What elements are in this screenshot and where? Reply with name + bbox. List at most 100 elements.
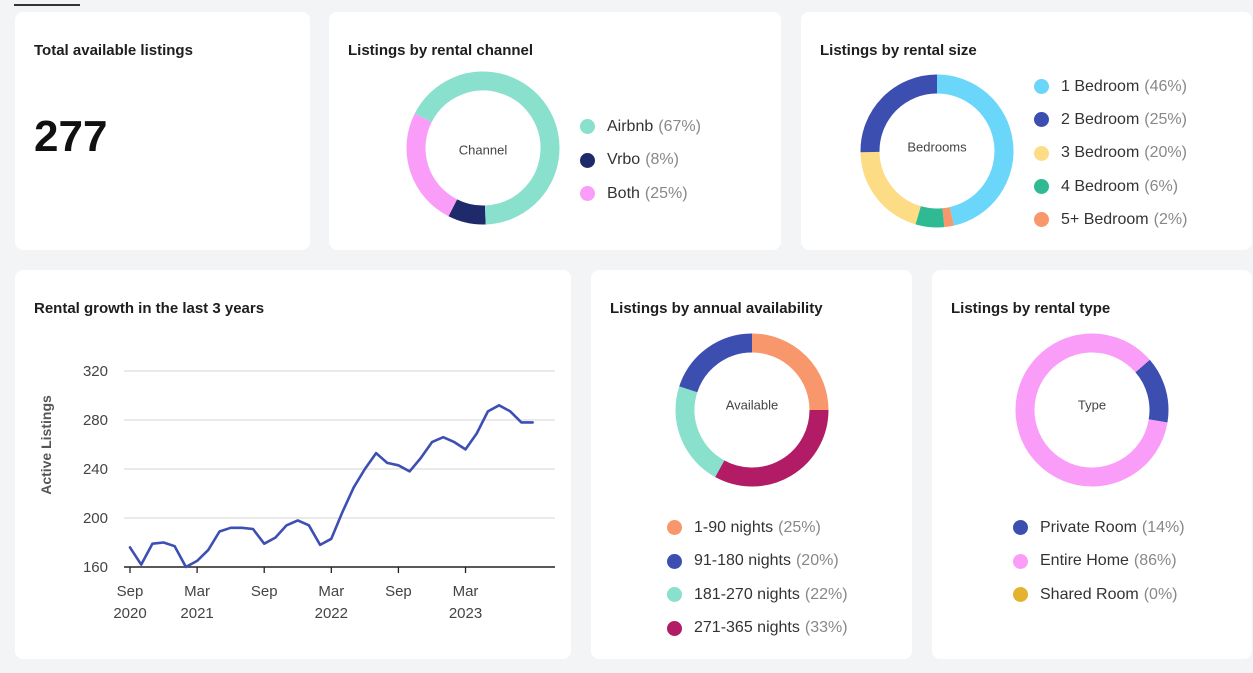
legend-item-91-180-nights[interactable]: 91-180 nights (20%) — [667, 545, 848, 579]
legend-label: 1 Bedroom — [1061, 77, 1140, 95]
legend-pct: (25%) — [778, 518, 821, 536]
x-tick-year: 2021 — [180, 605, 213, 622]
legend-item-2-bedroom[interactable]: 2 Bedroom (25%) — [1034, 103, 1187, 136]
x-tick-label: Mar — [184, 583, 210, 600]
size-card: Listings by rental size Bedrooms 1 Bedro… — [801, 12, 1252, 250]
channel-donut: Channel — [406, 71, 560, 225]
legend-dot — [1034, 79, 1049, 95]
size-title: Listings by rental size — [820, 42, 977, 59]
availability-donut: Available — [675, 333, 829, 487]
legend-item-vrbo[interactable]: Vrbo (8%) — [580, 144, 701, 178]
legend-dot — [1034, 145, 1049, 161]
x-tick-year: 2023 — [449, 605, 482, 622]
legend-item-entire-home[interactable]: Entire Home (86%) — [1013, 545, 1185, 579]
legend-dot — [580, 186, 595, 202]
legend-pct: (25%) — [644, 184, 688, 202]
size-center-label: Bedrooms — [907, 139, 967, 154]
legend-item-271-365-nights[interactable]: 271-365 nights (33%) — [667, 612, 848, 646]
legend-item-1-90-nights[interactable]: 1-90 nights (25%) — [667, 511, 848, 545]
top-edge-line — [14, 4, 80, 6]
slice-181-270-nights[interactable] — [675, 386, 725, 478]
channel-center-label: Channel — [459, 142, 508, 157]
type-title: Listings by rental type — [951, 300, 1111, 317]
legend-pct: (6%) — [1144, 177, 1179, 195]
growth-card: Rental growth in the last 3 years Active… — [15, 270, 571, 659]
legend-item-4-bedroom[interactable]: 4 Bedroom (6%) — [1034, 170, 1187, 203]
slice-5-bedroom[interactable] — [942, 207, 954, 228]
legend-pct: (0%) — [1143, 585, 1178, 603]
legend-label: Entire Home — [1040, 552, 1129, 570]
legend-item-181-270-nights[interactable]: 181-270 nights (22%) — [667, 578, 848, 612]
legend-label: 1-90 nights — [694, 518, 774, 536]
legend-label: Vrbo — [607, 151, 641, 169]
legend-dot — [1034, 179, 1049, 195]
legend-label: 2 Bedroom — [1061, 110, 1140, 128]
slice-271-365-nights[interactable] — [715, 409, 829, 487]
legend-pct: (67%) — [658, 117, 701, 135]
legend-item-private-room[interactable]: Private Room (14%) — [1013, 511, 1185, 545]
x-tick-year: 2020 — [113, 605, 146, 622]
availability-title: Listings by annual availability — [610, 300, 823, 317]
slice-both[interactable] — [406, 113, 458, 217]
y-tick-label: 160 — [83, 559, 108, 576]
legend-dot — [667, 553, 682, 569]
y-tick-label: 200 — [83, 510, 108, 527]
legend-dot — [667, 620, 682, 636]
slice-private-room[interactable] — [1135, 359, 1169, 423]
size-donut: Bedrooms — [860, 74, 1014, 228]
growth-line-chart: Active Listings 160 200 240 280 320 Sep 2020 M… — [38, 363, 555, 622]
y-axis-label: Active Listings — [38, 395, 54, 495]
legend-dot — [1013, 587, 1028, 603]
x-tick-label: Sep — [117, 583, 144, 600]
x-tick-year: 2022 — [315, 605, 348, 622]
x-tick-label: Sep — [385, 583, 412, 600]
total-listings-card: Total available listings 277 — [15, 12, 310, 250]
slice-3-bedroom[interactable] — [860, 151, 922, 225]
legend-pct: (20%) — [1144, 144, 1187, 162]
legend-item-shared-room[interactable]: Shared Room (0%) — [1013, 578, 1185, 612]
availability-center-label: Available — [726, 397, 779, 412]
type-legend: Private Room (14%) Entire Home (86%) Sha… — [1013, 511, 1185, 612]
type-donut: Type — [1015, 333, 1169, 487]
legend-label: Private Room — [1040, 518, 1137, 536]
legend-label: Both — [607, 184, 640, 202]
legend-dot — [1034, 212, 1049, 228]
legend-dot — [580, 119, 595, 135]
legend-label: 91-180 nights — [694, 552, 791, 570]
legend-pct: (22%) — [804, 585, 848, 603]
slice-vrbo[interactable] — [448, 199, 486, 225]
legend-dot — [1013, 520, 1028, 536]
legend-label: 5+ Bedroom — [1061, 210, 1149, 228]
availability-card: Listings by annual availability Availabl… — [591, 270, 912, 659]
legend-item-5plus-bedroom[interactable]: 5+ Bedroom (2%) — [1034, 203, 1187, 236]
legend-pct: (14%) — [1141, 518, 1185, 536]
legend-label: 271-365 nights — [694, 619, 800, 637]
slice-4-bedroom[interactable] — [915, 206, 945, 228]
legend-item-3-bedroom[interactable]: 3 Bedroom (20%) — [1034, 137, 1187, 170]
legend-pct: (86%) — [1133, 552, 1177, 570]
legend-item-both[interactable]: Both (25%) — [580, 177, 701, 211]
size-legend: 1 Bedroom (46%) 2 Bedroom (25%) 3 Bedroo… — [1034, 70, 1187, 236]
legend-pct: (2%) — [1153, 210, 1188, 228]
series-line — [128, 404, 534, 569]
legend-item-1-bedroom[interactable]: 1 Bedroom (46%) — [1034, 70, 1187, 103]
legend-item-airbnb[interactable]: Airbnb (67%) — [580, 110, 701, 144]
legend-dot — [580, 152, 595, 168]
channel-title: Listings by rental channel — [348, 42, 534, 59]
legend-pct: (20%) — [795, 552, 839, 570]
y-tick-label: 240 — [83, 461, 108, 478]
legend-label: Airbnb — [607, 117, 654, 135]
legend-pct: (25%) — [1144, 110, 1187, 128]
legend-dot — [1034, 112, 1049, 128]
legend-pct: (8%) — [645, 151, 679, 169]
y-tick-label: 280 — [83, 412, 108, 429]
x-tick-label: Mar — [453, 583, 479, 600]
type-center-label: Type — [1078, 397, 1106, 412]
legend-label: 4 Bedroom — [1061, 177, 1140, 195]
slice-91-180-nights[interactable] — [679, 333, 753, 393]
legend-dot — [667, 520, 682, 536]
legend-label: 181-270 nights — [694, 585, 800, 603]
legend-pct: (33%) — [804, 619, 848, 637]
legend-dot — [667, 587, 682, 603]
channel-legend: Airbnb (67%) Vrbo (8%) Both (25%) — [580, 110, 701, 211]
